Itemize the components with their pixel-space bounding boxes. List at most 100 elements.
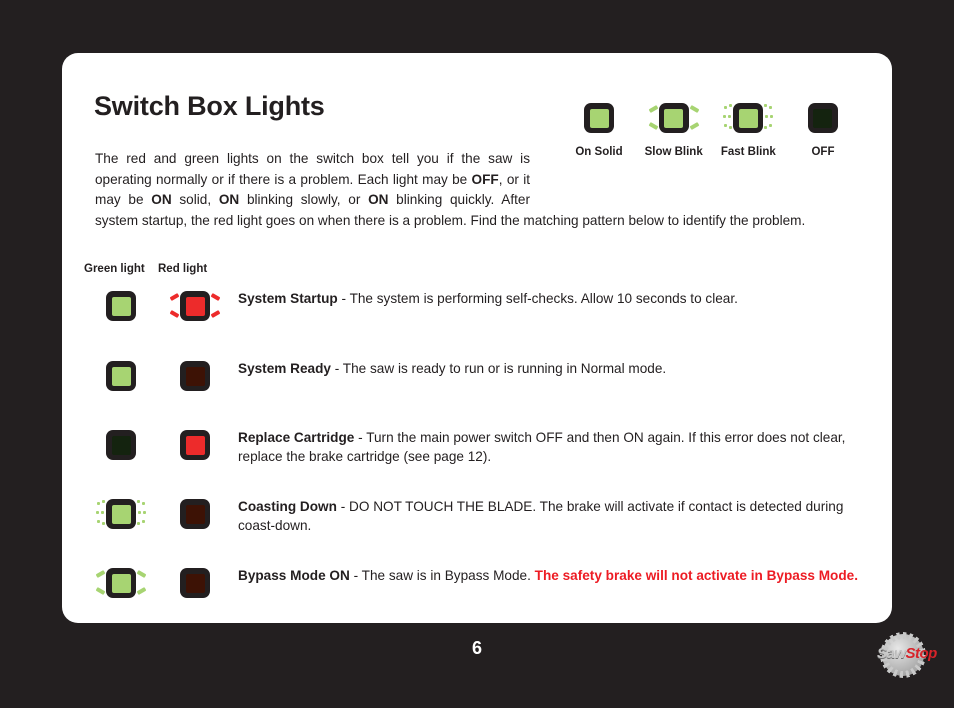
intro-bold-off: OFF: [471, 171, 499, 187]
legend-text-wrap-spacer: [530, 149, 860, 191]
light-pattern-table: System Startup - The system is performin…: [84, 285, 879, 615]
cell-red-light: [158, 285, 232, 325]
row-title: System Ready: [238, 361, 331, 376]
row-dash: -: [336, 499, 350, 514]
row-dash: -: [354, 430, 367, 445]
led-lens: [185, 296, 205, 316]
led-lens: [185, 504, 205, 524]
cell-red-light: [158, 493, 232, 533]
led-body: [733, 103, 764, 133]
legend-icon-wrap: [648, 96, 700, 140]
led-body: [180, 291, 210, 321]
led-body: [106, 499, 136, 529]
sawstop-logo: SawStop: [872, 632, 946, 677]
led-red-on-solid: [169, 426, 221, 464]
intro-text-1: The red and green lights on the switch b…: [95, 151, 530, 187]
led-lens: [185, 435, 205, 455]
intro-bold-on-3: ON: [368, 192, 389, 207]
logo-wordmark: SawStop: [877, 645, 937, 662]
intro-bold-on-1: ON: [151, 192, 172, 207]
row-title: Replace Cartridge: [238, 430, 355, 445]
cell-green-light: [84, 562, 158, 602]
row-warning: The safety brake will not activate in By…: [534, 568, 858, 583]
led-green-fast-blink: [95, 495, 147, 533]
table-row: Coasting Down - DO NOT TOUCH THE BLADE. …: [84, 493, 879, 549]
led-body: [106, 430, 136, 460]
table-row: Bypass Mode ON - The saw is in Bypass Mo…: [84, 562, 879, 602]
cell-green-light: [84, 285, 158, 325]
row-title: Bypass Mode ON: [238, 568, 350, 583]
legend-icon-wrap: [797, 96, 849, 140]
row-dash: -: [330, 361, 343, 376]
table-row: System Startup - The system is performin…: [84, 285, 879, 342]
cell-red-light: [158, 424, 232, 464]
cell-green-light: [84, 424, 158, 464]
led-lens: [589, 108, 609, 128]
intro-bold-on-2: ON: [218, 192, 240, 207]
led-lens: [185, 573, 205, 593]
led-green-slow-blink: [648, 99, 700, 137]
led-lens: [111, 296, 131, 316]
table-row: Replace Cartridge - Turn the main power …: [84, 424, 879, 480]
led-red-off: [169, 357, 221, 395]
intro-paragraph: The red and green lights on the switch b…: [95, 149, 860, 231]
led-lens: [111, 435, 131, 455]
page-number: 6: [471, 638, 482, 658]
led-green-fast-blink: [722, 99, 774, 137]
led-body: [106, 361, 136, 391]
led-lens: [738, 108, 758, 128]
led-green-off: [797, 99, 849, 137]
led-green-on-solid: [95, 287, 147, 325]
content-card: Switch Box Lights On Solid Slow Blink Fa…: [62, 53, 892, 623]
led-red-off: [169, 495, 221, 533]
led-lens: [664, 108, 684, 128]
row-body: The saw is in Bypass Mode.: [361, 568, 535, 583]
row-body: The saw is ready to run or is running in…: [342, 361, 667, 376]
logo-stop-text: Stop: [905, 645, 938, 662]
led-green-on-solid: [573, 99, 625, 137]
led-body: [180, 568, 210, 598]
cell-red-light: [158, 562, 232, 602]
led-lens: [111, 366, 131, 386]
led-lens: [813, 108, 833, 128]
row-title: System Startup: [238, 291, 338, 306]
cell-description: System Startup - The system is performin…: [232, 285, 879, 308]
led-body: [106, 568, 136, 598]
logo-saw-text: Saw: [877, 645, 906, 662]
led-red-slow-blink: [169, 287, 221, 325]
column-headers: Green light Red light: [84, 263, 207, 275]
cell-red-light: [158, 355, 232, 395]
intro-text-3: solid,: [171, 192, 219, 207]
cell-description: Replace Cartridge - Turn the main power …: [232, 424, 879, 466]
led-lens: [111, 504, 131, 524]
row-body: The system is performing self-checks. Al…: [349, 291, 738, 306]
led-red-off: [169, 564, 221, 602]
led-body: [180, 430, 210, 460]
row-dash: -: [349, 568, 362, 583]
row-dash: -: [337, 291, 350, 306]
column-header-green-light: Green light: [84, 263, 145, 275]
page-title: Switch Box Lights: [94, 91, 325, 121]
column-header-red-light: Red light: [158, 263, 208, 275]
legend-icon-wrap: [722, 96, 774, 140]
led-green-slow-blink: [95, 564, 147, 602]
intro-text-4: blinking slowly, or: [239, 192, 369, 207]
led-body: [584, 103, 614, 133]
led-body: [180, 499, 210, 529]
led-body: [658, 103, 689, 133]
cell-description: Bypass Mode ON - The saw is in Bypass Mo…: [232, 562, 879, 585]
led-body: [106, 291, 136, 321]
led-green-on-solid: [95, 357, 147, 395]
row-title: Coasting Down: [238, 499, 337, 514]
cell-green-light: [84, 355, 158, 395]
led-body: [180, 361, 210, 391]
legend-icon-wrap: [573, 96, 625, 140]
cell-green-light: [84, 493, 158, 533]
led-lens: [111, 573, 131, 593]
cell-description: Coasting Down - DO NOT TOUCH THE BLADE. …: [232, 493, 879, 535]
led-lens: [185, 366, 205, 386]
led-green-off: [95, 426, 147, 464]
led-body: [807, 103, 838, 133]
table-row: System Ready - The saw is ready to run o…: [84, 355, 879, 411]
cell-description: System Ready - The saw is ready to run o…: [232, 355, 879, 378]
